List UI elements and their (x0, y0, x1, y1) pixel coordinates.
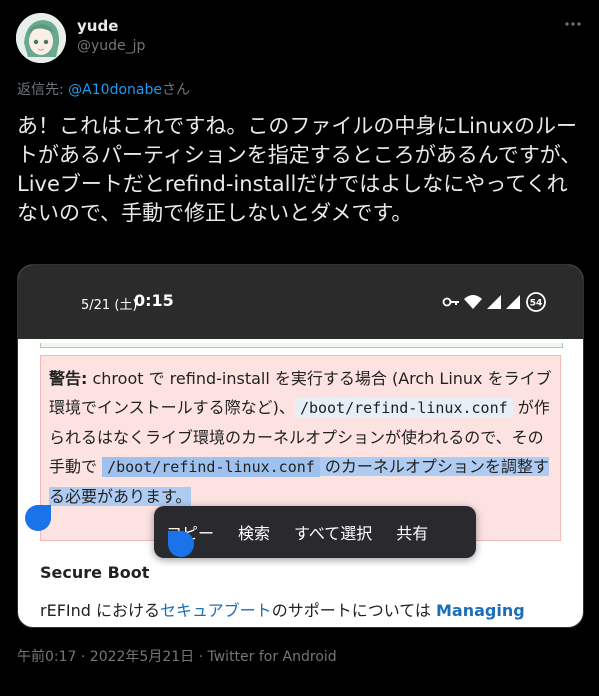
secure-boot-heading: Secure Boot (40, 563, 150, 582)
status-icons: 54 (442, 291, 562, 317)
reply-mention-link[interactable]: @A10donabe (68, 82, 162, 98)
key-icon (442, 297, 459, 307)
secure-text-1: rEFInd における (40, 601, 160, 620)
context-menu-select-all[interactable]: すべて選択 (282, 520, 384, 544)
warning-text: 警告: chroot で refind-install を実行する場合 (Arc… (49, 364, 554, 511)
avatar[interactable] (16, 13, 66, 63)
secure-boot-text: rEFInd におけるセキュアブートのサポートについては Managing (40, 597, 525, 621)
context-menu-share[interactable]: 共有 (384, 520, 440, 544)
author-handle[interactable]: @yude_jp (77, 38, 145, 54)
more-options-icon[interactable] (563, 14, 583, 34)
author-display-name[interactable]: yude (77, 17, 118, 35)
battery-level: 54 (530, 299, 543, 309)
avatar-illustration-icon (16, 13, 66, 63)
wifi-icon (464, 295, 482, 309)
selection-start-handle[interactable] (25, 505, 51, 531)
signal-icon-1 (487, 295, 501, 309)
code-path-2: /boot/refind-linux.conf (102, 457, 320, 477)
reply-context: 返信先: @A10donabeさん (17, 79, 190, 99)
status-date: 5/21 (土) (81, 298, 138, 313)
managing-link[interactable]: Managing (436, 601, 525, 620)
tweet-media-screenshot[interactable]: 5/21 (土) 0:15 54 警告: chroot で refind-ins… (17, 264, 584, 628)
tweet-timestamp-source[interactable]: 午前0:17 · 2022年5月21日 · Twitter for Androi… (17, 646, 337, 666)
reply-prefix: 返信先: (17, 82, 69, 98)
secure-boot-link[interactable]: セキュアブート (160, 601, 272, 620)
selected-text[interactable]: /boot/refind-linux.conf のカーネルオプションを調整する必… (49, 457, 549, 506)
selection-end-handle[interactable] (168, 531, 194, 557)
text-selection-context-menu: コピー 検索 すべて選択 共有 (154, 506, 476, 558)
tweet-text: あ！これはこれですね。このファイルの中身にLinuxのルートがあるパーティション… (17, 114, 582, 225)
reply-suffix: さん (161, 82, 190, 98)
code-path-1: /boot/refind-linux.conf (294, 398, 513, 418)
warning-box: 警告: chroot で refind-install を実行する場合 (Arc… (40, 355, 561, 558)
secure-text-2: のサポートについては (271, 601, 436, 620)
previous-box-edge (40, 343, 563, 348)
status-time: 0:15 (134, 291, 174, 310)
signal-icon-2 (506, 295, 520, 309)
context-menu-search[interactable]: 検索 (226, 520, 282, 544)
phone-status-bar: 5/21 (土) 0:15 54 (18, 265, 583, 339)
warning-label: 警告: (49, 369, 88, 388)
